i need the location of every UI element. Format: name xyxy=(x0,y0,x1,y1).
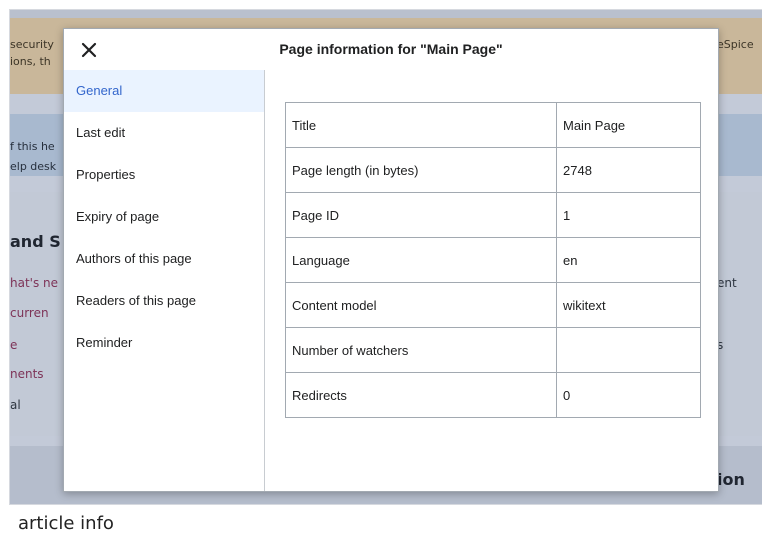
menu-item-properties[interactable]: Properties xyxy=(64,154,264,196)
table-key: Page ID xyxy=(285,192,557,238)
table-key: Title xyxy=(285,102,557,148)
table-key: Number of watchers xyxy=(285,327,557,373)
dialog-title: Page information for "Main Page" xyxy=(279,41,503,57)
screenshot-caption: article info xyxy=(18,513,114,534)
table-value: wikitext xyxy=(556,282,701,328)
dialog-menu: General Last edit Properties Expiry of p… xyxy=(64,70,265,491)
table-value: 1 xyxy=(556,192,701,238)
menu-item-last-edit[interactable]: Last edit xyxy=(64,112,264,154)
background-text: al xyxy=(10,398,21,412)
dialog-content: Title Main Page Page length (in bytes) 2… xyxy=(266,70,718,491)
background-notice-text: security xyxy=(10,38,54,51)
background-heading: ion xyxy=(717,470,745,489)
menu-item-reminder[interactable]: Reminder xyxy=(64,322,264,364)
close-icon xyxy=(81,42,97,58)
background-band-text: f this he xyxy=(10,140,55,153)
background-top-strip xyxy=(10,10,762,18)
background-heading: and S xyxy=(10,232,61,251)
table-row: Number of watchers xyxy=(285,327,701,373)
close-button[interactable] xyxy=(78,39,100,61)
background-text: ent xyxy=(717,276,737,290)
background-link: hat's ne xyxy=(10,276,59,290)
background-link: curren xyxy=(10,306,49,320)
page-info-table: Title Main Page Page length (in bytes) 2… xyxy=(285,102,701,418)
table-value: 2748 xyxy=(556,147,701,193)
menu-item-expiry[interactable]: Expiry of page xyxy=(64,196,264,238)
table-row: Language en xyxy=(285,237,701,283)
table-key: Page length (in bytes) xyxy=(285,147,557,193)
table-value xyxy=(556,327,701,373)
table-row: Redirects 0 xyxy=(285,372,701,418)
background-link: e xyxy=(10,338,18,352)
table-row: Content model wikitext xyxy=(285,282,701,328)
background-link: nents xyxy=(10,367,44,381)
table-value: Main Page xyxy=(556,102,701,148)
background-notice-text: ions, th xyxy=(10,55,51,68)
table-row: Page ID 1 xyxy=(285,192,701,238)
table-value: 0 xyxy=(556,372,701,418)
menu-item-readers[interactable]: Readers of this page xyxy=(64,280,264,322)
menu-item-authors[interactable]: Authors of this page xyxy=(64,238,264,280)
background-notice-text: eSpice xyxy=(717,38,754,51)
page-info-dialog: Page information for "Main Page" General… xyxy=(63,28,719,492)
menu-item-general[interactable]: General xyxy=(64,70,264,112)
background-band-text: elp desk xyxy=(10,160,57,173)
table-key: Redirects xyxy=(285,372,557,418)
table-value: en xyxy=(556,237,701,283)
table-row: Page length (in bytes) 2748 xyxy=(285,147,701,193)
table-row: Title Main Page xyxy=(285,102,701,148)
dialog-header: Page information for "Main Page" xyxy=(64,29,718,70)
table-key: Language xyxy=(285,237,557,283)
table-key: Content model xyxy=(285,282,557,328)
